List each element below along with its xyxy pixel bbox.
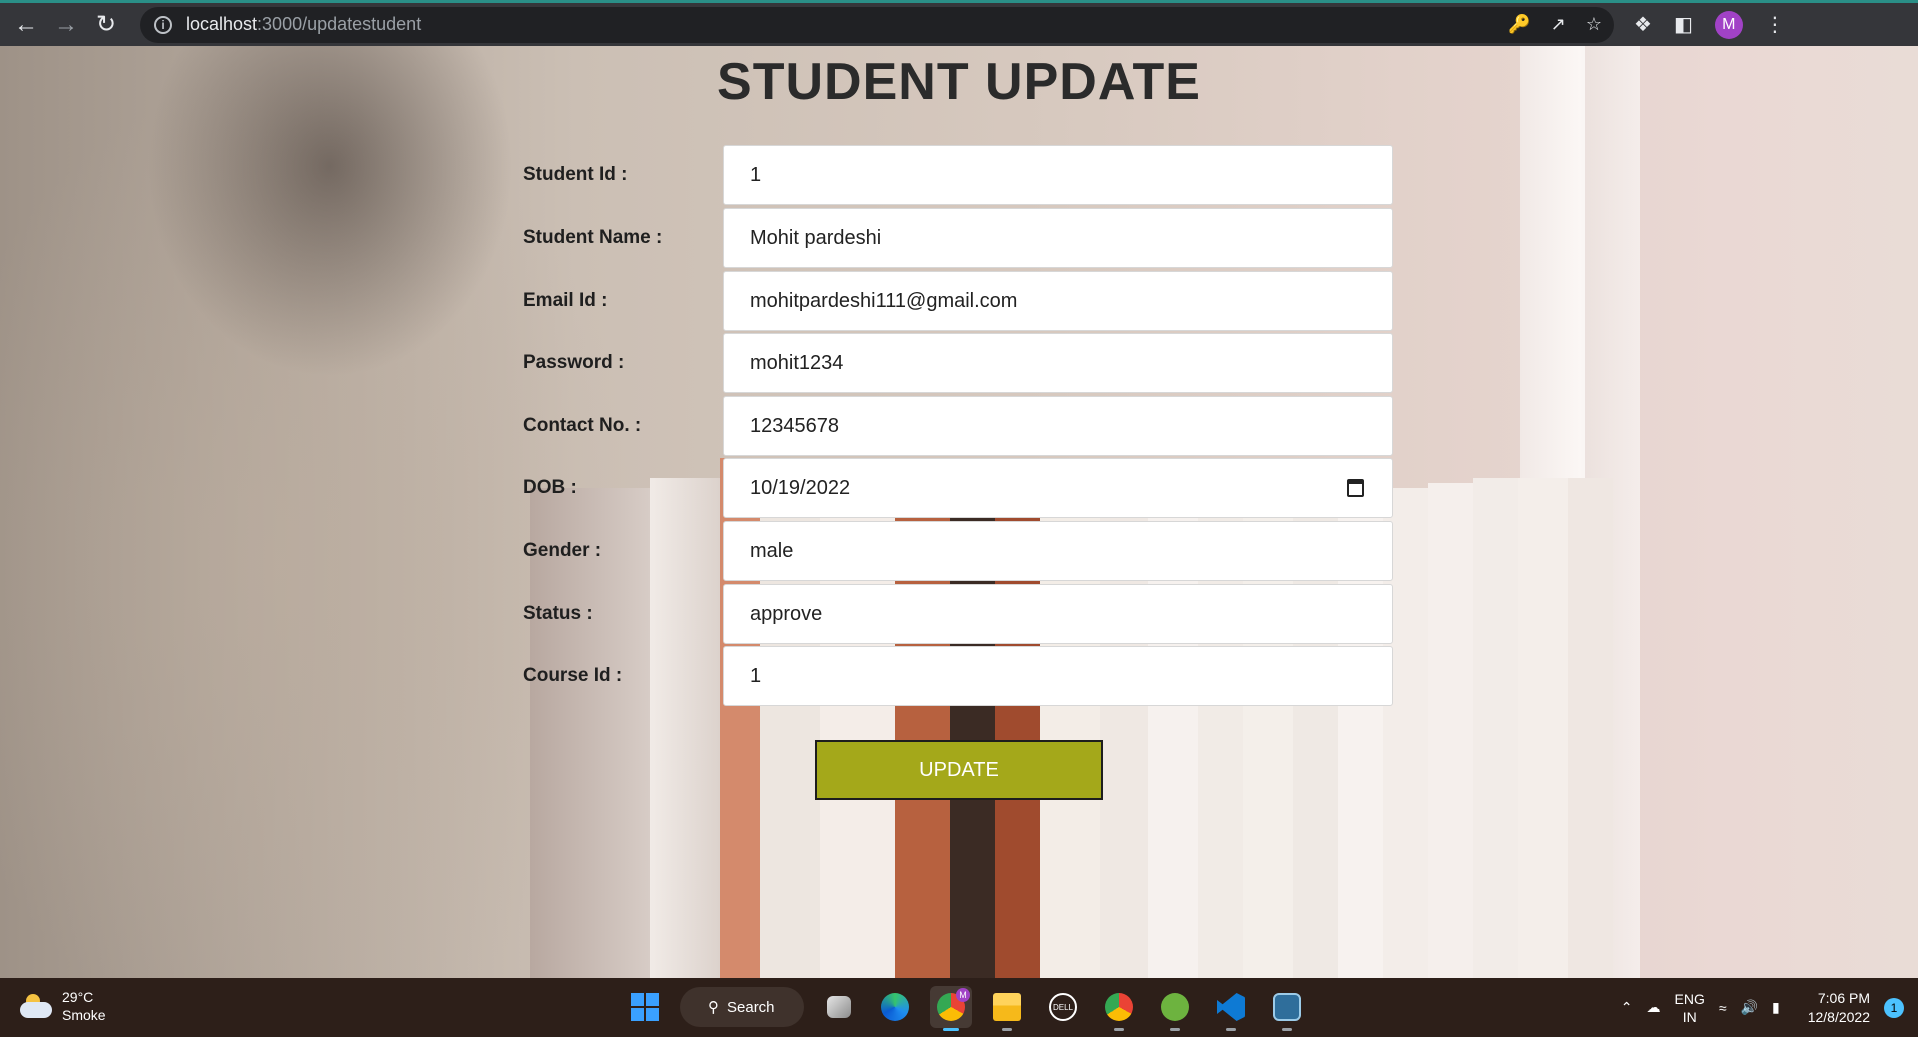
- site-info-icon[interactable]: i: [154, 15, 172, 34]
- chrome-profile-badge: M: [956, 988, 970, 1002]
- chrome-app[interactable]: M: [930, 986, 972, 1031]
- weather-temp: 29°C: [62, 989, 94, 1005]
- notification-badge[interactable]: 1: [1884, 997, 1904, 1018]
- search-icon: ⚲: [708, 999, 719, 1016]
- menu-icon[interactable]: ⋮: [1765, 12, 1785, 37]
- clock-time: 7:06 PM: [1817, 989, 1870, 1006]
- chrome-icon-2: [1105, 993, 1133, 1021]
- student-name-label: Student Name :: [523, 227, 663, 248]
- task-view-icon: [827, 996, 851, 1018]
- vscode-icon: [1217, 993, 1245, 1021]
- password-label: Password :: [523, 352, 625, 373]
- forward-icon[interactable]: →: [46, 5, 86, 45]
- student-id-label: Student Id :: [523, 164, 628, 185]
- dell-app[interactable]: DELL: [1042, 986, 1084, 1028]
- taskbar-search[interactable]: ⚲ Search: [680, 987, 804, 1027]
- status-input[interactable]: approve: [723, 584, 1393, 644]
- gender-input[interactable]: male: [723, 521, 1393, 581]
- status-label: Status :: [523, 603, 593, 624]
- clock[interactable]: 7:06 PM 12/8/2022: [1808, 989, 1870, 1027]
- extensions-icon[interactable]: ❖: [1634, 12, 1652, 37]
- spring-icon: [1161, 993, 1189, 1021]
- address-bar[interactable]: i localhost:3000/updatestudent 🔑 ↗ ☆: [140, 6, 1614, 43]
- dob-value: 10/19/2022: [750, 476, 851, 499]
- student-name-row: Student Name : Mohit pardeshi: [523, 208, 1393, 268]
- email-input[interactable]: mohitpardeshi111@gmail.com: [723, 271, 1393, 331]
- wifi-icon[interactable]: ≈: [1719, 1000, 1727, 1016]
- status-row: Status : approve: [523, 584, 1393, 644]
- star-icon[interactable]: ☆: [1586, 14, 1602, 35]
- course-id-label: Course Id :: [523, 665, 623, 686]
- side-panel-icon[interactable]: ◧: [1674, 12, 1693, 37]
- windows-icon: [631, 993, 659, 1021]
- mysql-icon: [1273, 993, 1301, 1021]
- student-id-row: Student Id : 1: [523, 145, 1393, 205]
- dob-label: DOB :: [523, 477, 577, 498]
- profile-avatar[interactable]: M: [1714, 10, 1743, 39]
- clock-date: 12/8/2022: [1807, 1008, 1870, 1025]
- task-view-button[interactable]: [818, 986, 860, 1028]
- start-button[interactable]: [624, 986, 666, 1028]
- battery-icon[interactable]: ▮: [1772, 999, 1780, 1016]
- contact-input[interactable]: 12345678: [723, 396, 1393, 456]
- volume-icon[interactable]: 🔊: [1741, 999, 1758, 1016]
- weather-desc: Smoke: [62, 1007, 106, 1023]
- edge-app[interactable]: [874, 986, 916, 1028]
- weather-icon: [20, 994, 52, 1018]
- student-id-input[interactable]: 1: [723, 145, 1393, 205]
- chrome-app-2[interactable]: [1098, 986, 1140, 1031]
- gender-label: Gender :: [523, 540, 602, 561]
- password-row: Password : mohit1234: [523, 333, 1393, 393]
- calendar-icon[interactable]: [1347, 479, 1364, 497]
- share-icon[interactable]: ↗: [1551, 14, 1566, 35]
- mysql-app[interactable]: [1266, 986, 1308, 1031]
- page-content: STUDENT UPDATE Student Id : 1 Student Na…: [0, 46, 1918, 978]
- language-indicator[interactable]: ENG IN: [1675, 990, 1705, 1026]
- back-icon[interactable]: ←: [6, 5, 46, 45]
- dob-row: DOB : 10/19/2022: [523, 458, 1393, 518]
- onedrive-icon[interactable]: ☁: [1647, 999, 1661, 1016]
- update-button[interactable]: UPDATE: [815, 740, 1103, 800]
- vscode-app[interactable]: [1210, 986, 1252, 1031]
- reload-icon[interactable]: ↻: [86, 5, 126, 45]
- url-path: :3000/updatestudent: [257, 14, 422, 34]
- browser-toolbar: ← → ↻ i localhost:3000/updatestudent 🔑 ↗…: [0, 0, 1918, 46]
- chevron-up-icon[interactable]: ⌃: [1621, 999, 1633, 1016]
- course-id-row: Course Id : 1: [523, 646, 1393, 706]
- folder-icon: [993, 993, 1021, 1021]
- taskbar-search-label: Search: [727, 998, 775, 1016]
- course-id-input[interactable]: 1: [723, 646, 1393, 706]
- dob-input[interactable]: 10/19/2022: [723, 458, 1393, 518]
- password-input[interactable]: mohit1234: [723, 333, 1393, 393]
- email-label: Email Id :: [523, 290, 608, 311]
- contact-label: Contact No. :: [523, 415, 642, 436]
- spring-tool-app[interactable]: [1154, 986, 1196, 1031]
- taskbar: 29°C Smoke ⚲ Search M DELL ⌃ ☁ ENG IN ≈ …: [0, 978, 1918, 1037]
- edge-icon: [881, 993, 909, 1021]
- gender-row: Gender : male: [523, 521, 1393, 581]
- url-host: localhost: [186, 14, 258, 34]
- lang-bottom: IN: [1682, 1008, 1697, 1025]
- system-tray: ⌃ ☁ ENG IN ≈ 🔊 ▮ 7:06 PM 12/8/2022 1: [1621, 978, 1918, 1037]
- page-title: STUDENT UPDATE: [717, 53, 1201, 111]
- dell-icon: DELL: [1049, 993, 1077, 1021]
- weather-widget[interactable]: 29°C Smoke: [20, 988, 106, 1024]
- contact-row: Contact No. : 12345678: [523, 396, 1393, 456]
- key-icon[interactable]: 🔑: [1508, 14, 1530, 35]
- lang-top: ENG: [1674, 990, 1705, 1007]
- student-name-input[interactable]: Mohit pardeshi: [723, 208, 1393, 268]
- file-explorer-app[interactable]: [986, 986, 1028, 1031]
- email-row: Email Id : mohitpardeshi111@gmail.com: [523, 271, 1393, 331]
